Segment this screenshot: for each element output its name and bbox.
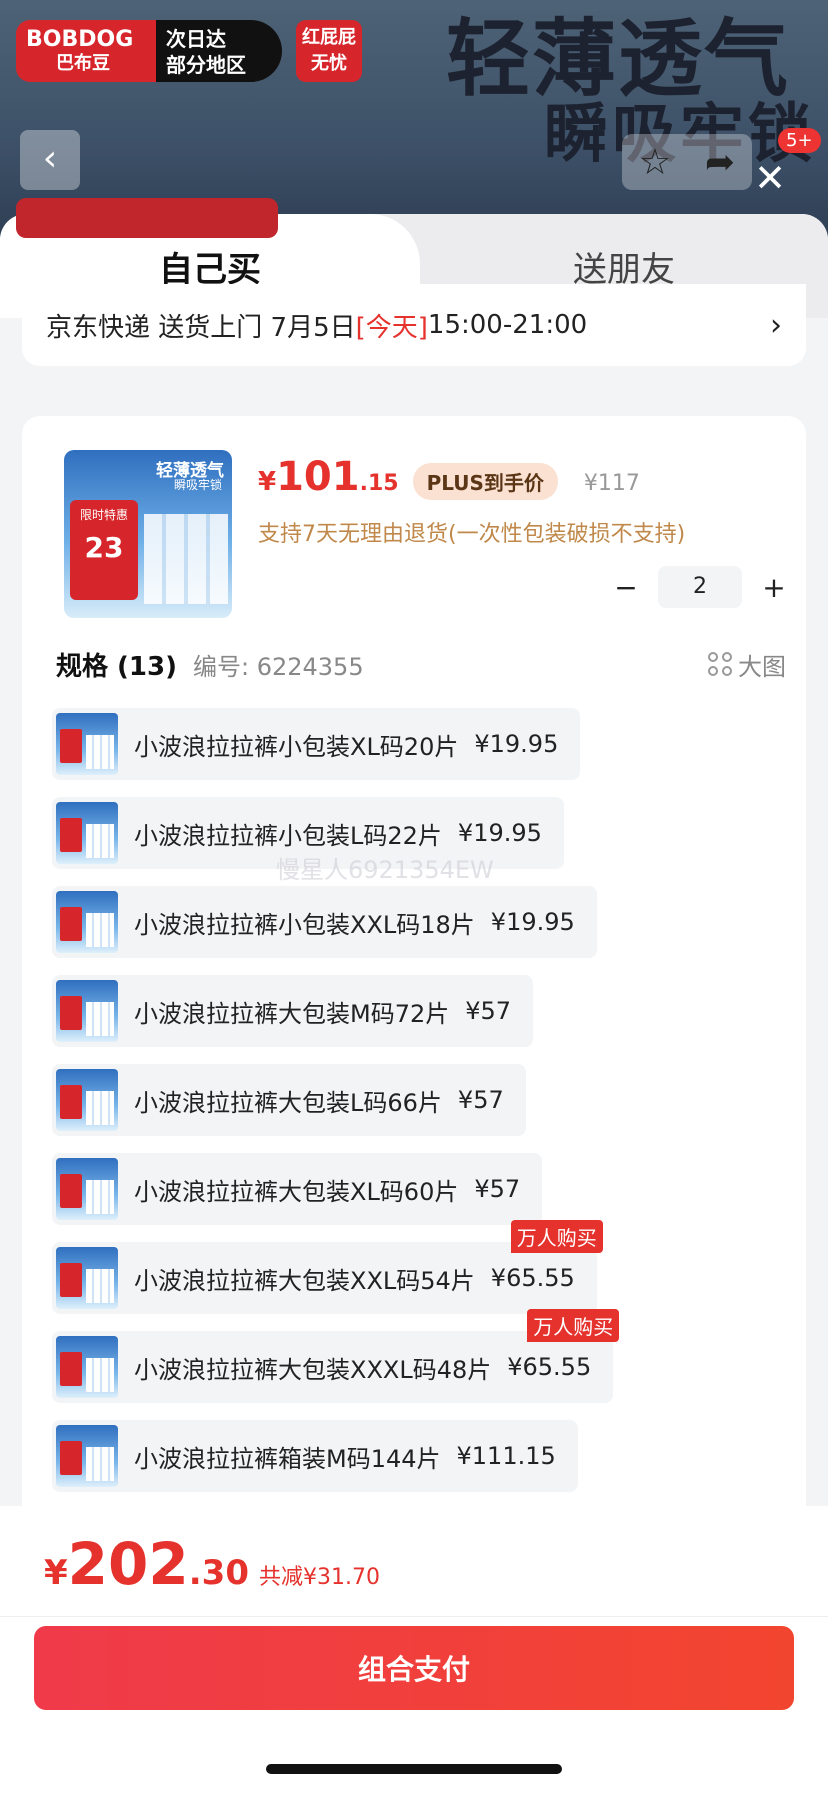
product-card: 轻薄透气 瞬吸牢锁 限时特惠 23 ¥ 101 .15 PLUS到手价 ¥117… xyxy=(22,416,806,1536)
delivery-row[interactable]: 京东快递 送货上门 7月5日 [今天] 15:00-21:00 › xyxy=(22,284,806,366)
price-decimal: .15 xyxy=(359,471,399,496)
variant-label: 小波浪拉拉裤箱装M码144片 xyxy=(134,1444,441,1473)
variant-label: 小波浪拉拉裤小包装XXL码18片 xyxy=(134,910,475,939)
close-icon[interactable]: ✕ xyxy=(752,159,788,197)
variant-option[interactable]: 小波浪拉拉裤小包装XXL码18片 ¥19.95 xyxy=(52,886,597,958)
total-currency: ¥ xyxy=(44,1553,68,1593)
original-price: ¥117 xyxy=(583,471,640,496)
variant-price: ¥19.95 xyxy=(474,730,559,758)
variant-thumbnail xyxy=(56,891,118,953)
variant-thumbnail xyxy=(56,980,118,1042)
star-icon[interactable]: ☆ xyxy=(639,142,671,183)
variant-price: ¥65.55 xyxy=(507,1353,592,1381)
total-integer: 202 xyxy=(67,1530,189,1598)
variant-label: 小波浪拉拉裤大包装M码72片 xyxy=(134,999,450,1028)
product-image-boxes xyxy=(144,514,228,604)
divider xyxy=(0,1616,828,1617)
quantity-increase-button[interactable]: + xyxy=(754,571,794,604)
next-day-badge: 次日达 部分地区 xyxy=(156,20,282,82)
variant-price: ¥57 xyxy=(457,1086,504,1114)
plus-price-tag: PLUS到手价 xyxy=(412,463,558,500)
chevron-left-icon: ‹ xyxy=(42,138,58,179)
variant-price: ¥57 xyxy=(474,1175,521,1203)
variant-thumbnail xyxy=(56,1425,118,1487)
total-decimal: .30 xyxy=(188,1553,249,1593)
rash-free-line1: 红屁屁 xyxy=(302,27,356,48)
next-day-text: 次日达 xyxy=(166,27,226,51)
variant-thumbnail xyxy=(56,1336,118,1398)
variant-price: ¥57 xyxy=(465,997,512,1025)
total-price: ¥ 202 .30 共减¥31.70 xyxy=(44,1530,380,1598)
variant-thumbnail xyxy=(56,1158,118,1220)
region-text: 部分地区 xyxy=(166,53,246,77)
brand-logo: BOBDOG 巴布豆 xyxy=(16,20,156,82)
spec-code: 编号: 6224355 xyxy=(193,652,364,681)
product-image-subtitle: 瞬吸牢锁 xyxy=(174,478,223,492)
product-image[interactable]: 轻薄透气 瞬吸牢锁 限时特惠 23 xyxy=(64,450,232,618)
quantity-input[interactable]: 2 xyxy=(658,566,742,608)
quantity-stepper: − 2 + xyxy=(606,566,794,608)
quantity-decrease-button[interactable]: − xyxy=(606,571,646,604)
variant-label: 小波浪拉拉裤大包装XXXL码48片 xyxy=(134,1355,492,1384)
price-currency: ¥ xyxy=(258,467,277,497)
checkout-footer: ¥ 202 .30 共减¥31.70 组合支付 xyxy=(0,1506,828,1796)
share-icon[interactable]: ➦ xyxy=(705,142,735,183)
popular-tag: 万人购买 xyxy=(527,1309,620,1342)
price-row: ¥ 101 .15 PLUS到手价 ¥117 xyxy=(258,454,640,500)
spec-header: 规格 (13) 编号: 6224355 大图 xyxy=(56,644,786,684)
back-button[interactable]: ‹ xyxy=(20,130,80,190)
banner-headline: 轻薄透气 xyxy=(446,10,791,108)
delivery-time: 15:00-21:00 xyxy=(427,310,588,340)
variant-thumbnail xyxy=(56,1247,118,1309)
variant-option[interactable]: 小波浪拉拉裤箱装M码144片 ¥111.15 xyxy=(52,1420,578,1492)
product-image-promo: 限时特惠 23 xyxy=(70,500,138,600)
rash-free-badge: 红屁屁 无忧 xyxy=(296,20,362,82)
variant-label: 小波浪拉拉裤大包装L码66片 xyxy=(134,1088,442,1117)
variant-label: 小波浪拉拉裤大包装XXL码54片 xyxy=(134,1266,475,1295)
variant-option[interactable]: 小波浪拉拉裤小包装L码22片 ¥19.95 xyxy=(52,797,564,869)
page-tools: ☆ ➦ xyxy=(622,134,752,190)
brand-name-en: BOBDOG xyxy=(26,27,134,52)
variant-option[interactable]: 小波浪拉拉裤大包装M码72片 ¥57 xyxy=(52,975,534,1047)
banner-red-strip xyxy=(16,198,278,238)
variant-label: 小波浪拉拉裤大包装XL码60片 xyxy=(134,1177,459,1206)
product-image-promo-number: 23 xyxy=(84,531,124,564)
big-view-button[interactable]: 大图 xyxy=(708,647,786,682)
variant-option[interactable]: 小波浪拉拉裤大包装XXXL码48片 ¥65.55 万人购买 xyxy=(52,1309,620,1403)
price-integer: 101 xyxy=(276,454,360,500)
popular-tag: 万人购买 xyxy=(510,1220,603,1253)
variant-thumbnail xyxy=(56,1069,118,1131)
delivery-info: 京东快递 送货上门 7月5日 xyxy=(46,312,356,343)
notification-badge: 5+ xyxy=(778,128,821,153)
return-policy: 支持7天无理由退货(一次性包装破损不支持) xyxy=(258,522,686,547)
variant-option[interactable]: 小波浪拉拉裤小包装XL码20片 ¥19.95 xyxy=(52,708,581,780)
chevron-right-icon: › xyxy=(770,307,782,343)
variant-price: ¥19.95 xyxy=(490,908,575,936)
product-page-backdrop: BOBDOG 巴布豆 次日达 部分地区 红屁屁 无忧 轻薄透气 瞬吸牢锁 xyxy=(0,0,828,240)
home-indicator xyxy=(266,1764,562,1774)
rash-free-line2: 无忧 xyxy=(311,53,347,74)
combined-pay-button[interactable]: 组合支付 xyxy=(34,1626,794,1710)
variant-option[interactable]: 小波浪拉拉裤大包装L码66片 ¥57 xyxy=(52,1064,526,1136)
grid-view-icon xyxy=(708,652,732,676)
spec-title: 规格 (13) xyxy=(56,651,177,682)
delivery-today: [今天] xyxy=(355,312,428,343)
product-image-promo-text: 限时特惠 xyxy=(79,508,128,522)
brand-name-cn: 巴布豆 xyxy=(56,53,110,74)
variant-label: 小波浪拉拉裤小包装L码22片 xyxy=(134,821,442,850)
variant-label: 小波浪拉拉裤小包装XL码20片 xyxy=(134,732,459,761)
variant-thumbnail xyxy=(56,713,118,775)
variant-option[interactable]: 小波浪拉拉裤大包装XL码60片 ¥57 xyxy=(52,1153,543,1225)
big-view-label: 大图 xyxy=(738,652,786,681)
variant-price: ¥19.95 xyxy=(457,819,542,847)
total-saving: 共减¥31.70 xyxy=(258,1565,380,1590)
variant-list: 小波浪拉拉裤小包装XL码20片 ¥19.95 小波浪拉拉裤小包装L码22片 ¥19.… xyxy=(52,708,792,1509)
variant-price: ¥111.15 xyxy=(456,1442,556,1470)
variant-thumbnail xyxy=(56,802,118,864)
variant-option[interactable]: 小波浪拉拉裤大包装XXL码54片 ¥65.55 万人购买 xyxy=(52,1220,603,1314)
variant-price: ¥65.55 xyxy=(490,1264,575,1292)
